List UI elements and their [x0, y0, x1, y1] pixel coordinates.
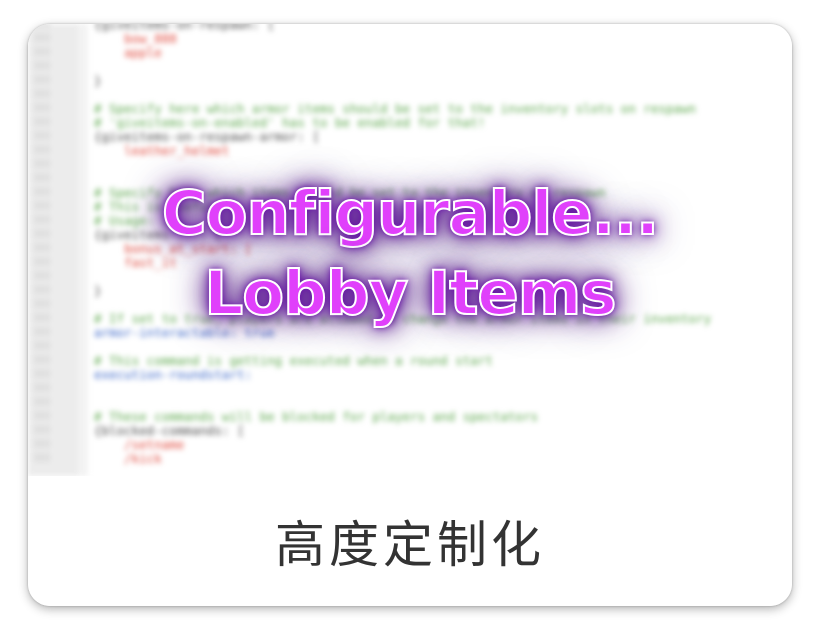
line-number: |||: [34, 397, 51, 407]
feature-card: ||| ||| ||| ||| ||| ||| ||| ||| ||| ||| ||| ||| ||| |…: [28, 24, 792, 606]
overlay-title-line-2: Lobby Items: [203, 257, 617, 330]
line-number: |||: [34, 117, 51, 127]
code-line: apple: [94, 45, 162, 60]
line-number: |||: [34, 61, 51, 71]
line-number: |||: [34, 145, 51, 155]
line-number: |||: [34, 439, 51, 449]
line-number: |||: [34, 341, 51, 351]
line-number: |||: [34, 411, 51, 421]
line-number: |||: [34, 369, 51, 379]
line-number: |||: [34, 159, 51, 169]
caption: 高度定制化: [28, 476, 792, 606]
code-line: execution-roundstart:: [94, 367, 253, 382]
code-line: # 'giveitems-on-enabled' has to be enabl…: [94, 115, 486, 130]
code-line: /setname: [94, 437, 185, 452]
code-line: bow_888: [94, 31, 177, 46]
code-line: # Specify here which armor items should …: [94, 101, 697, 116]
overlay-title: Configurable... Lobby Items: [28, 174, 792, 334]
line-number: |||: [34, 33, 51, 43]
line-number: |||: [34, 425, 51, 435]
line-number: |||: [34, 131, 51, 141]
line-number: |||: [34, 89, 51, 99]
line-number: |||: [34, 453, 51, 463]
code-line: {blocked-commands: [: [94, 423, 245, 438]
code-line: {giveitems-on-respawn-armor: [: [94, 129, 320, 144]
overlay-title-line-1: Configurable...: [161, 177, 660, 250]
code-screenshot: ||| ||| ||| ||| ||| ||| ||| ||| ||| ||| ||| ||| ||| |…: [28, 24, 792, 476]
code-line: # These commands will be blocked for pla…: [94, 409, 539, 424]
line-number: |||: [34, 75, 51, 85]
code-line: /kick: [94, 451, 162, 466]
code-line: # This command is getting executed when …: [94, 353, 493, 368]
line-number: |||: [34, 47, 51, 57]
line-number: |||: [34, 103, 51, 113]
line-number: |||: [34, 383, 51, 393]
line-number: |||: [34, 24, 51, 29]
code-line: leather_helmet: [94, 143, 230, 158]
line-number: |||: [34, 355, 51, 365]
code-line: }: [94, 73, 102, 88]
